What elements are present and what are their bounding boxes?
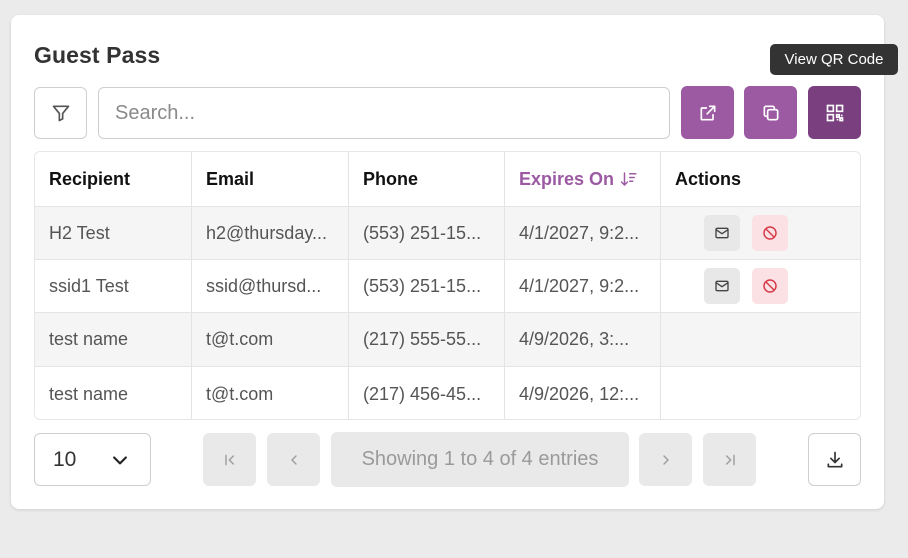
previous-page-button[interactable] [267,433,320,486]
first-page-icon [224,454,234,465]
page-size-value: 10 [53,447,77,471]
cell-recipient: test name [35,367,192,419]
header-recipient[interactable]: Recipient [35,152,192,206]
page-title: Guest Pass [34,42,161,68]
header-phone[interactable]: Phone [349,152,505,206]
resend-email-button[interactable] [704,215,740,251]
cell-phone: (217) 456-45... [349,367,505,419]
cell-actions [661,367,860,419]
cell-expires-on: 4/9/2026, 12:... [505,367,661,419]
cell-expires-on: 4/1/2027, 9:2... [505,207,661,259]
header-expires-on[interactable]: Expires On [505,152,661,206]
revoke-button[interactable] [752,215,788,251]
cell-actions [661,207,860,259]
cell-phone: (553) 251-15... [349,207,505,259]
view-qr-code-button[interactable] [808,86,861,139]
cell-phone: (553) 251-15... [349,260,505,312]
copy-button[interactable] [744,86,797,139]
cell-email: h2@thursday... [192,207,349,259]
last-page-button[interactable] [703,433,756,486]
table-header-row: Recipient Email Phone Expires On Actions [35,152,860,207]
table-row[interactable]: H2 Test h2@thursday... (553) 251-15... 4… [35,207,860,260]
last-page-icon [725,454,735,465]
cell-phone: (217) 555-55... [349,313,505,366]
first-page-button[interactable] [203,433,256,486]
block-icon [763,279,777,293]
mail-icon [715,280,729,292]
download-button[interactable] [808,433,861,486]
cell-recipient: test name [35,313,192,366]
table-row[interactable]: test name t@t.com (217) 456-45... 4/9/20… [35,367,860,419]
filter-icon [52,105,69,122]
cell-expires-on: 4/1/2027, 9:2... [505,260,661,312]
cell-actions [661,260,860,312]
qr-code-icon [826,104,843,121]
sort-descending-icon [620,172,637,187]
cell-recipient: H2 Test [35,207,192,259]
page-size-select[interactable]: 10 [34,433,151,486]
chevron-left-icon [290,454,297,465]
mail-icon [715,227,729,239]
revoke-button[interactable] [752,268,788,304]
filter-button[interactable] [34,87,87,139]
search-input[interactable] [98,87,670,139]
external-link-icon [700,105,715,120]
qr-code-tooltip: View QR Code [770,44,898,75]
cell-actions [661,313,860,366]
cell-email: ssid@thursd... [192,260,349,312]
resend-email-button[interactable] [704,268,740,304]
pagination-info: Showing 1 to 4 of 4 entries [331,432,629,487]
cell-expires-on: 4/9/2026, 3:... [505,313,661,366]
table-row[interactable]: ssid1 Test ssid@thursd... (553) 251-15..… [35,260,860,313]
next-page-button[interactable] [639,433,692,486]
download-icon [827,451,842,467]
block-icon [763,226,777,240]
chevron-right-icon [662,454,669,465]
header-expires-on-label: Expires On [519,168,615,189]
cell-recipient: ssid1 Test [35,260,192,312]
chevron-down-icon [113,455,127,464]
cell-email: t@t.com [192,367,349,419]
cell-email: t@t.com [192,313,349,366]
copy-icon [763,105,778,120]
guest-pass-table: Recipient Email Phone Expires On Actions… [34,151,861,420]
open-external-button[interactable] [681,86,734,139]
table-row[interactable]: test name t@t.com (217) 555-55... 4/9/20… [35,313,860,367]
header-email[interactable]: Email [192,152,349,206]
header-actions: Actions [675,168,742,189]
